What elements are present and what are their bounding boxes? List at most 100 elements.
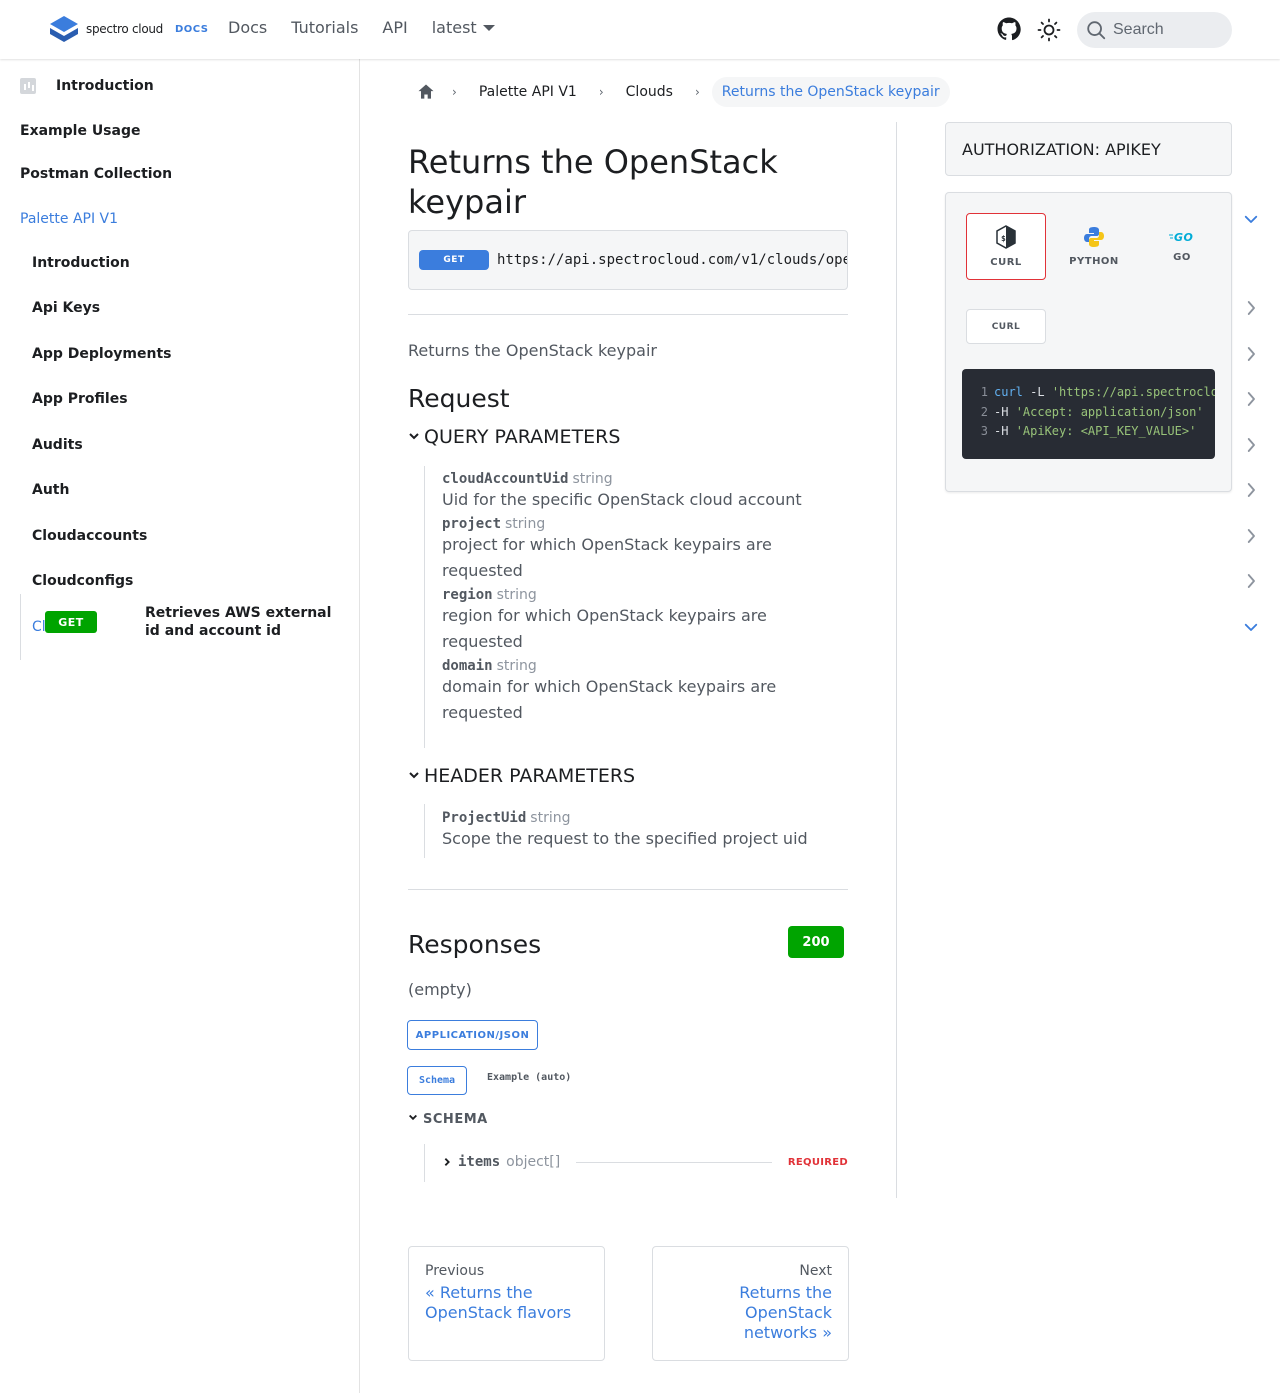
home-icon[interactable] <box>416 82 436 102</box>
version-dropdown[interactable]: latest <box>432 18 495 37</box>
sidebar-item-label: App Profiles <box>32 391 128 407</box>
python-icon <box>1084 227 1104 247</box>
param-desc: domain for which OpenStack keypairs are … <box>442 677 777 722</box>
lang-tab-python[interactable]: PYTHON <box>1054 213 1134 280</box>
header-params-toggle[interactable]: HEADER PARAMETERS <box>408 765 635 787</box>
query-params-toggle[interactable]: QUERY PARAMETERS <box>408 426 620 448</box>
chevron-right-icon <box>1247 392 1255 406</box>
param-item: domain string domain for which OpenStack … <box>425 655 848 726</box>
param-name: ProjectUid <box>442 810 527 826</box>
param-item: ProjectUid string Scope the request to th… <box>425 807 848 852</box>
version-label: latest <box>431 18 477 37</box>
param-name: domain <box>442 658 493 674</box>
param-desc: region for which OpenStack keypairs are … <box>442 606 767 651</box>
schema-item-name: items <box>458 1154 501 1170</box>
param-name: cloudAccountUid <box>442 471 569 487</box>
nav-docs[interactable]: Docs <box>228 18 267 37</box>
schema-item-items[interactable]: items object[] REQUIRED <box>442 1154 848 1170</box>
header-params-heading: HEADER PARAMETERS <box>424 765 636 787</box>
chevron-right-icon <box>1247 574 1255 588</box>
divider <box>408 314 848 315</box>
code-command: curl <box>994 385 1023 399</box>
schema-toggle[interactable]: SCHEMA <box>408 1112 488 1127</box>
example-tab[interactable]: Example (auto) <box>487 1072 571 1083</box>
required-badge: REQUIRED <box>787 1156 848 1168</box>
chevron-right-icon <box>1247 483 1255 497</box>
column-divider <box>896 122 897 1198</box>
search-icon <box>1087 21 1106 40</box>
param-item: cloudAccountUid string Uid for the specif… <box>425 468 848 513</box>
page-title: Returns the OpenStack keypair <box>408 143 778 221</box>
breadcrumb-separator-icon: › <box>694 85 700 99</box>
sidebar-item-label: Introduction <box>32 255 130 271</box>
param-type: string <box>496 658 537 674</box>
schema-tab[interactable]: Schema <box>407 1066 467 1095</box>
nav-links: Docs Tutorials API latest <box>228 18 495 37</box>
nav-api[interactable]: API <box>382 18 407 37</box>
search-input[interactable] <box>1113 21 1223 39</box>
endpoint-box: GET https://api.spectrocloud.com/v1/clou… <box>408 230 848 290</box>
status-200-tab[interactable]: 200 <box>788 926 844 958</box>
breadcrumb: › Palette API V1 › Clouds › Returns the … <box>408 76 950 108</box>
search-box[interactable] <box>1077 12 1232 48</box>
param-item: project string project for which OpenStac… <box>425 513 848 584</box>
chevron-down-icon <box>409 1114 417 1121</box>
authorization-box[interactable]: AUTHORIZATION: APIKEY <box>945 122 1232 176</box>
schema-heading: SCHEMA <box>423 1112 488 1127</box>
svg-text:GO: GO <box>1174 231 1193 244</box>
navbar: spectro cloud DOCS Docs Tutorials API la… <box>0 0 1280 59</box>
endpoint-description: Returns the OpenStack keypair <box>408 341 657 360</box>
logo-docs-badge: DOCS <box>174 23 209 35</box>
breadcrumb-separator-icon: › <box>452 85 457 99</box>
param-name: project <box>442 516 502 532</box>
param-name: region <box>442 587 493 603</box>
line-number: 3 <box>980 424 988 438</box>
lang-tab-label: GO <box>1173 252 1191 263</box>
chevron-down-icon <box>1244 215 1258 223</box>
breadcrumb-palette-api[interactable]: Palette API V1 <box>469 84 587 100</box>
bash-icon: $ <box>996 225 1016 249</box>
query-params-list: cloudAccountUid string Uid for the specif… <box>424 466 848 748</box>
lang-tab-go[interactable]: GO GO <box>1142 213 1222 280</box>
chevron-right-icon <box>1247 301 1255 315</box>
lang-tab-label: PYTHON <box>1069 256 1119 267</box>
param-desc: Uid for the specific OpenStack cloud acc… <box>442 490 802 509</box>
schema-item-type: object[] <box>506 1154 561 1170</box>
sidebar-item-label: Auth <box>32 482 70 498</box>
code-flag: -H <box>994 424 1016 438</box>
sidebar-item-label: Cloudaccounts <box>32 528 148 544</box>
query-params-heading: QUERY PARAMETERS <box>424 426 621 448</box>
code-block[interactable]: 1 curl -L 'https://api.spectrocloud.com/… <box>962 369 1215 459</box>
chevron-right-icon <box>444 1158 450 1166</box>
request-heading: Request <box>408 384 510 413</box>
chevron-right-icon <box>1247 347 1255 361</box>
github-icon[interactable] <box>997 17 1021 41</box>
breadcrumb-clouds[interactable]: Clouds <box>616 84 683 100</box>
code-string: 'Accept: application/json' <box>1015 404 1204 419</box>
lang-tab-label: CURL <box>990 257 1022 268</box>
pager-next-label: Next <box>799 1263 832 1279</box>
theme-toggle-sun-icon[interactable] <box>1037 18 1061 42</box>
line-number: 1 <box>980 385 988 399</box>
content-type-tab[interactable]: APPLICATION/JSON <box>407 1020 538 1050</box>
pager-previous[interactable]: Previous « Returns the OpenStack flavors <box>408 1246 605 1361</box>
param-desc: project for which OpenStack keypairs are… <box>442 535 772 580</box>
nav-tutorials[interactable]: Tutorials <box>291 18 358 37</box>
pager-next-link: Returns the OpenStack networks » <box>739 1283 832 1342</box>
param-type: string <box>572 471 613 487</box>
introduction-icon <box>20 78 36 94</box>
pager-previous-label: Previous <box>425 1263 485 1279</box>
method-badge: GET <box>419 250 489 270</box>
sidebar-item-label: Palette API V1 <box>20 211 119 227</box>
go-icon: GO <box>1169 231 1193 244</box>
svg-text:$: $ <box>1001 234 1006 243</box>
param-desc: Scope the request to the specified proje… <box>442 829 808 848</box>
code-line: 1 curl -L 'https://api.spectrocloud.com/… <box>962 383 1215 403</box>
chevron-down-icon <box>409 772 419 779</box>
logo[interactable]: spectro cloud DOCS <box>48 14 209 44</box>
lang-tab-curl[interactable]: $ CURL <box>966 213 1046 280</box>
variant-tab-curl[interactable]: CURL <box>966 309 1046 344</box>
pager-next[interactable]: Next Returns the OpenStack networks » <box>652 1246 849 1361</box>
param-type: string <box>530 810 571 826</box>
sidebar-endpoint-link[interactable]: Retrieves AWS external id and account id <box>145 604 345 640</box>
